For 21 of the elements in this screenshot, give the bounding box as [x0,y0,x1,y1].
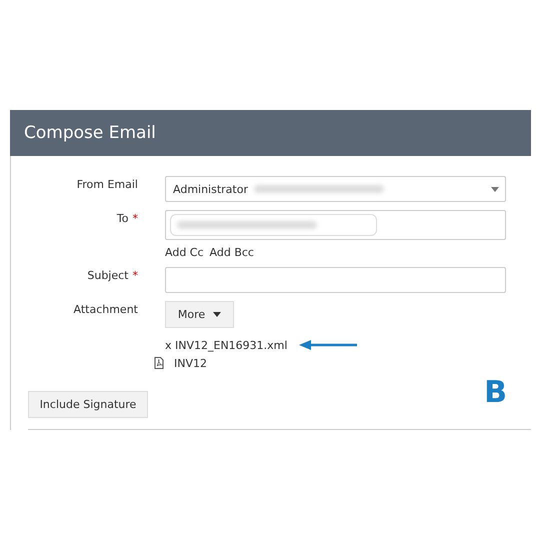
cc-link[interactable]: Add Bcc [210,246,254,259]
caret-icon [213,312,222,317]
attachment-link[interactable]: x INV12_EN16931.xml [165,338,288,352]
attachment-link[interactable]: INV12 [174,356,207,370]
window-title: Compose Email [24,123,156,143]
to-field[interactable] [165,210,506,240]
field-label: Attachment [74,303,138,316]
recipient-chip[interactable] [170,214,377,236]
cc-link[interactable]: Add Cc [165,246,204,259]
caret-icon [491,187,499,192]
pdf-file-icon [154,357,164,369]
from-select[interactable]: Administrator [165,176,506,202]
field-label: Subject * [87,269,138,282]
arrow-icon [299,340,358,350]
include-signature-button[interactable]: Include Signature [28,391,148,418]
field-label: From Email [76,178,138,191]
select-value: Administrator [173,182,248,196]
field-label: To * [116,212,138,225]
annotation-letter: B [484,378,507,408]
more-button[interactable]: More [165,301,234,328]
subject-field[interactable] [165,267,506,293]
